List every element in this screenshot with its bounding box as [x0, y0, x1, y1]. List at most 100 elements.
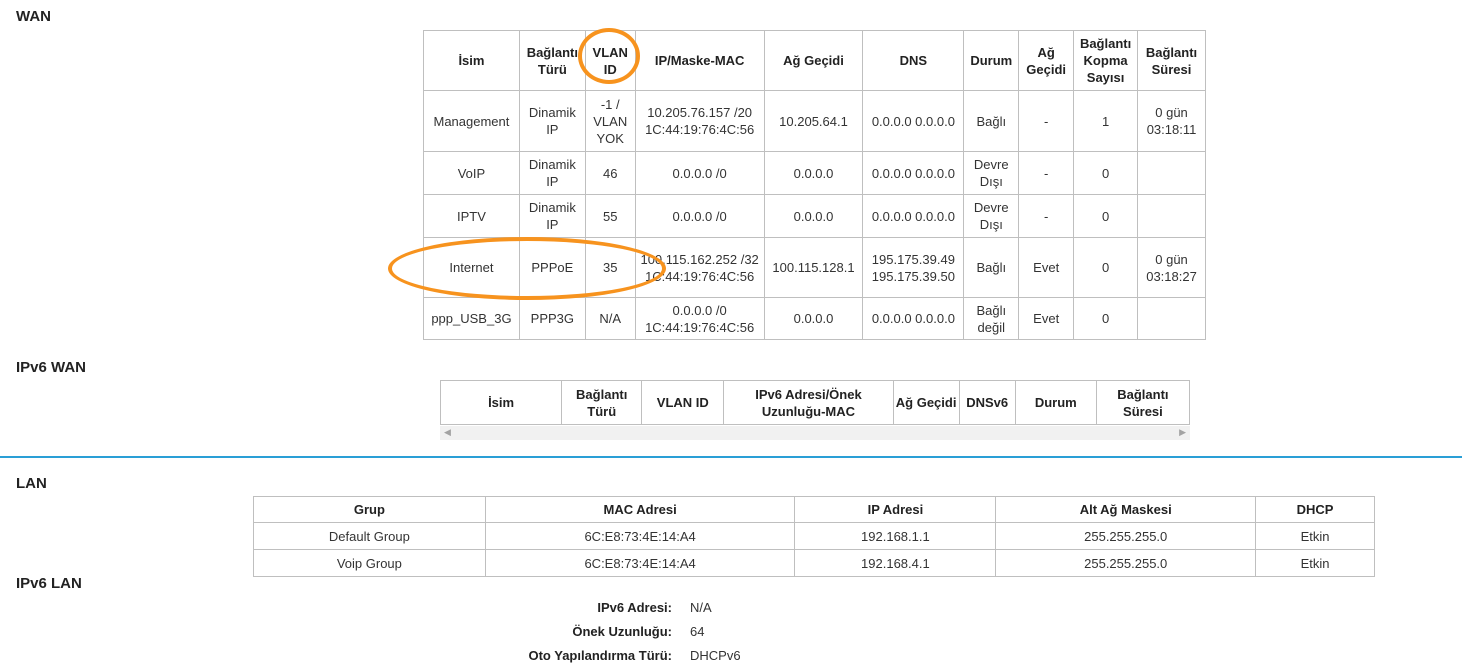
table-cell: Dinamik IP [518, 90, 586, 152]
wan-table: İsim Bağlantı Türü VLAN ID IP/Maske-MAC … [423, 30, 1206, 340]
wan-section-title: WAN [16, 8, 51, 25]
horizontal-scrollbar[interactable]: ◀ ▶ [440, 426, 1190, 440]
table-cell: 0 [1073, 237, 1139, 298]
ipv6-wan-header-name: İsim [439, 380, 563, 425]
table-cell: 46 [584, 151, 636, 195]
table-cell: Internet [423, 237, 520, 298]
table-cell: - [1018, 194, 1075, 238]
table-cell: 0.0.0.0 0.0.0.0 [862, 297, 965, 340]
table-cell [1137, 297, 1206, 340]
lan-header-mac: MAC Adresi [484, 496, 796, 523]
wan-header-default-gateway: Ağ Geçidi [1018, 30, 1075, 91]
prefix-length-label: Önek Uzunluğu: [572, 624, 672, 639]
table-cell: Voip Group [253, 549, 486, 577]
table-cell: Dinamik IP [518, 151, 586, 195]
table-cell: 0.0.0.0 0.0.0.0 [862, 90, 965, 152]
table-cell: 0.0.0.0 /0 [634, 151, 765, 195]
ipv6-wan-header-status: Durum [1014, 380, 1097, 425]
lan-header-ip: IP Adresi [794, 496, 997, 523]
scroll-left-arrow-icon[interactable]: ◀ [444, 427, 451, 438]
table-cell: Dinamik IP [518, 194, 586, 238]
lan-header-dhcp: DHCP [1255, 496, 1375, 523]
table-cell: 6C:E8:73:4E:14:A4 [484, 522, 796, 550]
lan-header-subnet-mask: Alt Ağ Maskesi [995, 496, 1257, 523]
table-cell: PPP3G [518, 297, 586, 340]
wan-row-iptv: IPTV Dinamik IP 55 0.0.0.0 /0 0.0.0.0 0.… [423, 194, 1206, 238]
table-cell: 10.205.64.1 [763, 90, 864, 152]
table-cell: 100.115.162.252 /32 1C:44:19:76:4C:56 [634, 237, 765, 298]
ipv6-wan-section-title: IPv6 WAN [16, 359, 87, 376]
wan-header-vlan-id: VLAN ID [584, 30, 636, 91]
table-cell: VoIP [423, 151, 520, 195]
table-cell: Management [423, 90, 520, 152]
lan-section-title: LAN [16, 475, 47, 492]
wan-row-internet: Internet PPPoE 35 100.115.162.252 /32 1C… [423, 237, 1206, 298]
table-cell: Bağlı değil [963, 297, 1020, 340]
table-cell: Evet [1018, 237, 1075, 298]
table-cell: Etkin [1255, 549, 1375, 577]
table-cell: 0.0.0.0 [763, 151, 864, 195]
ipv6-wan-header-vlan-id: VLAN ID [641, 380, 725, 425]
table-cell: 55 [584, 194, 636, 238]
wan-header-status: Durum [963, 30, 1020, 91]
table-cell: Evet [1018, 297, 1075, 340]
table-cell: PPPoE [518, 237, 586, 298]
table-cell: IPTV [423, 194, 520, 238]
table-cell: 0.0.0.0 0.0.0.0 [862, 194, 965, 238]
table-cell: 6C:E8:73:4E:14:A4 [484, 549, 796, 577]
table-cell: 35 [584, 237, 636, 298]
table-cell: 0.0.0.0 0.0.0.0 [862, 151, 965, 195]
wan-header-dns: DNS [862, 30, 965, 91]
table-cell: 100.115.128.1 [763, 237, 864, 298]
table-cell: Default Group [253, 522, 486, 550]
ipv6-address-value: N/A [690, 600, 712, 615]
table-cell: 0 gün 03:18:11 [1137, 90, 1206, 152]
table-cell: 0.0.0.0 [763, 297, 864, 340]
table-cell: Bağlı [963, 90, 1020, 152]
wan-row-management: Management Dinamik IP -1 / VLAN YOK 10.2… [423, 90, 1206, 152]
table-cell: 192.168.1.1 [794, 522, 997, 550]
table-cell: 255.255.255.0 [995, 522, 1257, 550]
table-cell: ppp_USB_3G [423, 297, 520, 340]
table-cell: Devre Dışı [963, 151, 1020, 195]
table-cell: Devre Dışı [963, 194, 1020, 238]
ipv6-lan-section-title: IPv6 LAN [16, 575, 82, 592]
wan-header-disconnect-count: Bağlantı Kopma Sayısı [1073, 30, 1139, 91]
table-cell: - [1018, 151, 1075, 195]
ipv6-wan-header-uptime: Bağlantı Süresi [1095, 380, 1191, 425]
ipv6-address-label: IPv6 Adresi: [597, 600, 672, 615]
lan-row-voip-group: Voip Group 6C:E8:73:4E:14:A4 192.168.4.1… [253, 549, 1375, 577]
table-cell [1137, 194, 1206, 238]
table-cell: Etkin [1255, 522, 1375, 550]
ipv6-wan-header-address-prefix-mac: IPv6 Adresi/Önek Uzunluğu-MAC [723, 380, 894, 425]
autoconfig-type-label: Oto Yapılandırma Türü: [528, 648, 672, 663]
table-cell: Bağlı [963, 237, 1020, 298]
table-cell: 0.0.0.0 [763, 194, 864, 238]
table-cell: 0 gün 03:18:27 [1137, 237, 1206, 298]
table-cell: N/A [584, 297, 636, 340]
lan-row-default-group: Default Group 6C:E8:73:4E:14:A4 192.168.… [253, 522, 1375, 550]
table-cell: 0 [1073, 194, 1139, 238]
ipv6-wan-table: İsim Bağlantı Türü VLAN ID IPv6 Adresi/Ö… [439, 380, 1191, 425]
wan-row-ppp-usb-3g: ppp_USB_3G PPP3G N/A 0.0.0.0 /0 1C:44:19… [423, 297, 1206, 340]
table-cell: 1 [1073, 90, 1139, 152]
table-cell: 195.175.39.49 195.175.39.50 [862, 237, 965, 298]
lan-header-group: Grup [253, 496, 486, 523]
wan-header-gateway: Ağ Geçidi [763, 30, 864, 91]
wan-header-name: İsim [423, 30, 520, 91]
table-cell [1137, 151, 1206, 195]
wan-header-ip-mask-mac: IP/Maske-MAC [634, 30, 765, 91]
table-cell: 0.0.0.0 /0 1C:44:19:76:4C:56 [634, 297, 765, 340]
wan-row-voip: VoIP Dinamik IP 46 0.0.0.0 /0 0.0.0.0 0.… [423, 151, 1206, 195]
wan-header-connection-type: Bağlantı Türü [518, 30, 586, 91]
section-divider [0, 456, 1462, 458]
scroll-right-arrow-icon[interactable]: ▶ [1179, 427, 1186, 438]
table-cell: 192.168.4.1 [794, 549, 997, 577]
table-cell: 0 [1073, 151, 1139, 195]
autoconfig-type-value: DHCPv6 [690, 648, 741, 663]
prefix-length-value: 64 [690, 624, 705, 639]
table-cell: 255.255.255.0 [995, 549, 1257, 577]
wan-header-uptime: Bağlantı Süresi [1137, 30, 1206, 91]
table-cell: - [1018, 90, 1075, 152]
lan-table: Grup MAC Adresi IP Adresi Alt Ağ Maskesi… [253, 496, 1375, 577]
